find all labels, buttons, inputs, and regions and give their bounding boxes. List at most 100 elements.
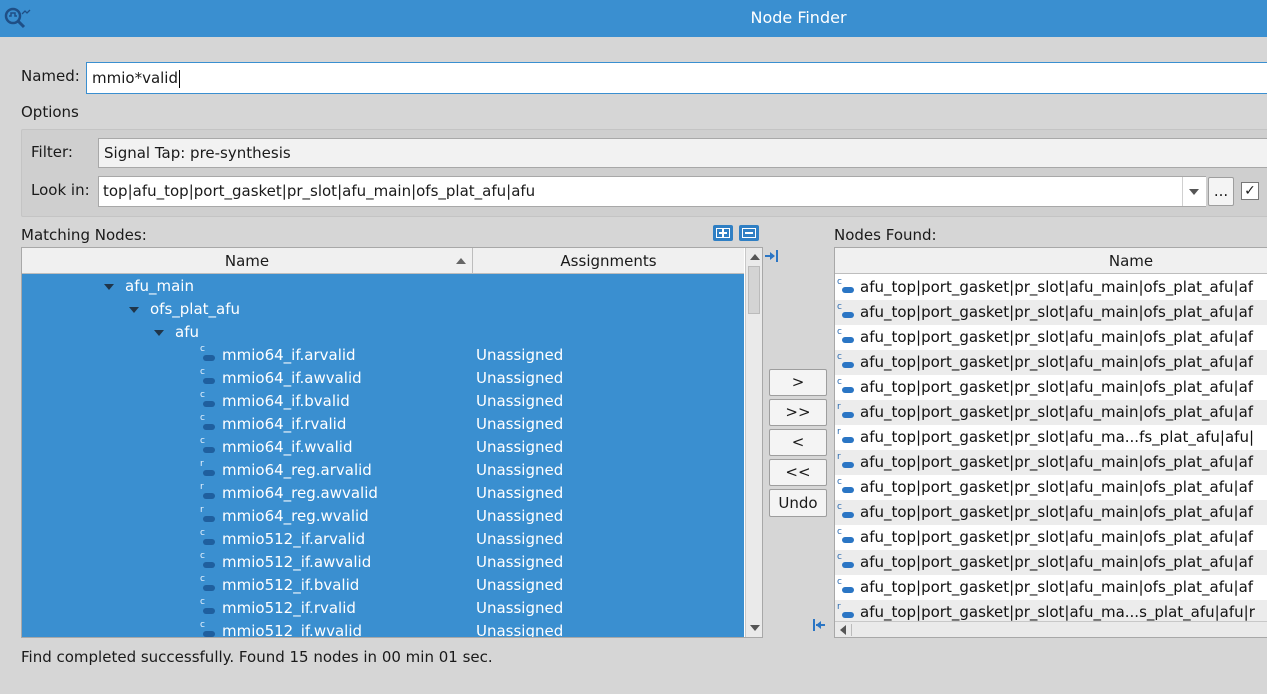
found-node-name: afu_top|port_gasket|pr_slot|afu_main|ofs…: [860, 403, 1254, 421]
signal-type-glyph: c: [837, 577, 842, 587]
text-caret: [179, 69, 180, 88]
table-row[interactable]: c mmio64_if.bvalid Unassigned: [22, 390, 744, 413]
nodes-found-table[interactable]: Name c afu_top|port_gasket|pr_slot|afu_ma…: [834, 247, 1267, 638]
remove-selected-button[interactable]: <: [769, 429, 827, 456]
table-row[interactable]: c mmio512_if.wvalid Unassigned: [22, 620, 744, 638]
combinational-signal-icon: c: [837, 528, 855, 545]
table-row[interactable]: c afu_top|port_gasket|pr_slot|afu_main|of…: [835, 300, 1267, 325]
node-finder-app-icon: [4, 7, 31, 29]
add-selected-button[interactable]: >: [769, 369, 827, 396]
table-row[interactable]: c afu_top|port_gasket|pr_slot|afu_main|of…: [835, 525, 1267, 550]
found-column-header-name[interactable]: Name: [835, 248, 1267, 274]
table-row[interactable]: c mmio512_if.awvalid Unassigned: [22, 551, 744, 574]
expand-arrow-icon[interactable]: [129, 307, 139, 313]
found-node-name: afu_top|port_gasket|pr_slot|afu_main|ofs…: [860, 328, 1254, 346]
node-name: mmio512_if.arvalid: [222, 530, 366, 548]
include-subentities-checkbox[interactable]: ✓: [1241, 182, 1259, 200]
browse-button[interactable]: ...: [1208, 177, 1234, 206]
scroll-to-end-icon[interactable]: [765, 249, 779, 263]
node-assignment: Unassigned: [476, 438, 564, 456]
nodes-found-list[interactable]: c afu_top|port_gasket|pr_slot|afu_main|of…: [835, 275, 1267, 621]
node-name: mmio512_if.rvalid: [222, 599, 356, 617]
found-node-name: afu_top|port_gasket|pr_slot|afu_ma...fs_…: [860, 428, 1254, 446]
combinational-signal-icon: c: [837, 478, 855, 495]
lookin-combo[interactable]: top|afu_top|port_gasket|pr_slot|afu_main…: [98, 176, 1206, 207]
expand-all-icon[interactable]: [713, 225, 733, 241]
table-row[interactable]: r mmio64_reg.awvalid Unassigned: [22, 482, 744, 505]
table-row[interactable]: c afu_top|port_gasket|pr_slot|afu_main|of…: [835, 475, 1267, 500]
expand-arrow-icon[interactable]: [104, 284, 114, 290]
table-row[interactable]: r mmio64_reg.wvalid Unassigned: [22, 505, 744, 528]
add-all-button[interactable]: >>: [769, 399, 827, 426]
signal-type-glyph: c: [200, 597, 205, 607]
combinational-signal-icon: c: [837, 553, 855, 570]
table-row[interactable]: c afu_top|port_gasket|pr_slot|afu_main|of…: [835, 325, 1267, 350]
signal-type-glyph: r: [200, 505, 204, 515]
scrollbar-thumb[interactable]: [748, 266, 760, 314]
scroll-to-start-icon[interactable]: [812, 618, 826, 632]
signal-type-glyph: c: [200, 574, 205, 584]
signal-shape: [842, 387, 854, 393]
found-horizontal-scrollbar[interactable]: [835, 621, 1267, 637]
signal-type-glyph: c: [837, 352, 842, 362]
table-row[interactable]: c afu_top|port_gasket|pr_slot|afu_main|of…: [835, 500, 1267, 525]
node-name: mmio64_if.wvalid: [222, 438, 353, 456]
node-name: mmio512_if.wvalid: [222, 622, 363, 638]
table-row[interactable]: c afu_top|port_gasket|pr_slot|afu_main|of…: [835, 375, 1267, 400]
column-header-name-label: Name: [224, 252, 270, 270]
node-name: mmio512_if.awvalid: [222, 553, 372, 571]
collapse-all-icon[interactable]: [739, 225, 759, 241]
table-row[interactable]: r afu_top|port_gasket|pr_slot|afu_main|of…: [835, 400, 1267, 425]
found-node-name: afu_top|port_gasket|pr_slot|afu_ma...s_p…: [860, 603, 1255, 621]
tree-row[interactable]: ofs_plat_afu: [22, 298, 744, 321]
remove-all-button[interactable]: <<: [769, 459, 827, 486]
undo-button[interactable]: Undo: [769, 489, 827, 517]
node-assignment: Unassigned: [476, 461, 564, 479]
table-row[interactable]: c mmio512_if.arvalid Unassigned: [22, 528, 744, 551]
table-row[interactable]: c afu_top|port_gasket|pr_slot|afu_main|of…: [835, 575, 1267, 600]
combinational-signal-icon: c: [200, 551, 216, 570]
table-row[interactable]: c mmio64_if.rvalid Unassigned: [22, 413, 744, 436]
signal-shape: [842, 537, 854, 543]
chevron-down-icon[interactable]: [1182, 177, 1206, 206]
matching-nodes-list[interactable]: afu_main ofs_plat_afu afu c mmio64_if.arvali…: [22, 274, 744, 638]
table-row[interactable]: c mmio64_if.wvalid Unassigned: [22, 436, 744, 459]
combinational-signal-icon: c: [200, 436, 216, 455]
matching-scrollbar[interactable]: [745, 248, 762, 637]
column-header-assignments[interactable]: Assignments: [473, 248, 744, 274]
matching-nodes-table[interactable]: Name Assignments afu_main ofs_plat_afu afu…: [21, 247, 763, 638]
table-row[interactable]: c mmio64_if.awvalid Unassigned: [22, 367, 744, 390]
scroll-left-icon[interactable]: [840, 625, 846, 635]
scroll-down-icon[interactable]: [750, 625, 760, 631]
node-assignment: Unassigned: [476, 369, 564, 387]
found-node-name: afu_top|port_gasket|pr_slot|afu_main|ofs…: [860, 578, 1254, 596]
column-header-name[interactable]: Name: [22, 248, 473, 274]
table-row[interactable]: c afu_top|port_gasket|pr_slot|afu_main|of…: [835, 550, 1267, 575]
table-row[interactable]: c mmio512_if.rvalid Unassigned: [22, 597, 744, 620]
named-label: Named:: [21, 67, 80, 85]
node-name: mmio64_reg.awvalid: [222, 484, 378, 502]
scroll-up-icon[interactable]: [750, 254, 760, 260]
node-name: mmio64_reg.wvalid: [222, 507, 369, 525]
signal-type-glyph: c: [200, 528, 205, 538]
table-row[interactable]: r afu_top|port_gasket|pr_slot|afu_ma...fs…: [835, 425, 1267, 450]
table-row[interactable]: c afu_top|port_gasket|pr_slot|afu_main|of…: [835, 350, 1267, 375]
tree-row-label: afu_main: [125, 277, 194, 295]
table-row[interactable]: c mmio64_if.arvalid Unassigned: [22, 344, 744, 367]
table-row[interactable]: c mmio512_if.bvalid Unassigned: [22, 574, 744, 597]
tree-row[interactable]: afu_main: [22, 275, 744, 298]
table-row[interactable]: c afu_top|port_gasket|pr_slot|afu_main|of…: [835, 275, 1267, 300]
table-row[interactable]: r afu_top|port_gasket|pr_slot|afu_ma...s_…: [835, 600, 1267, 621]
options-label: Options: [21, 103, 79, 121]
signal-shape: [842, 562, 854, 568]
combinational-signal-icon: c: [837, 577, 855, 595]
expand-arrow-icon[interactable]: [154, 330, 164, 336]
signal-shape: [842, 587, 854, 593]
named-input[interactable]: mmio*valid: [86, 62, 1267, 94]
filter-select[interactable]: Signal Tap: pre-synthesis: [98, 138, 1267, 168]
register-signal-icon: r: [200, 482, 216, 501]
tree-row[interactable]: afu: [22, 321, 744, 344]
table-row[interactable]: r afu_top|port_gasket|pr_slot|afu_main|of…: [835, 450, 1267, 475]
signal-type-glyph: c: [200, 413, 205, 423]
table-row[interactable]: r mmio64_reg.arvalid Unassigned: [22, 459, 744, 482]
